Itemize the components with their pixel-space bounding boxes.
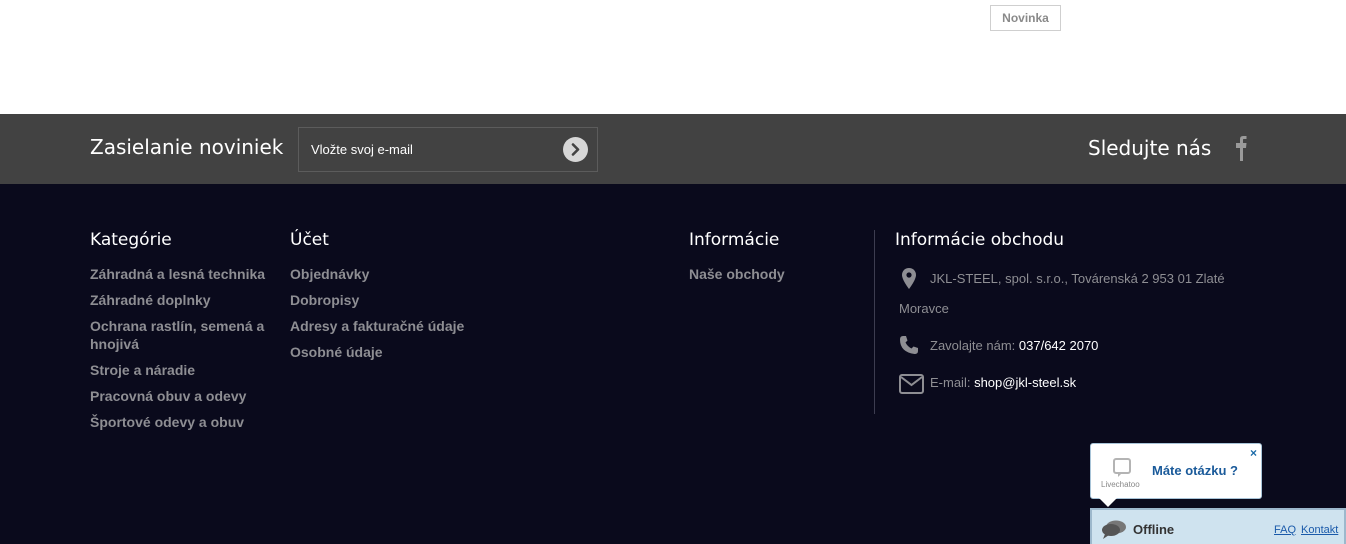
category-link[interactable]: Športové odevy a obuv xyxy=(90,413,244,431)
phone-number[interactable]: 037/642 2070 xyxy=(1019,338,1099,353)
phone-label: Zavolajte nám: xyxy=(930,338,1016,353)
chat-contact-link[interactable]: Kontakt xyxy=(1301,524,1338,536)
location-pin-icon xyxy=(902,268,916,289)
account-link[interactable]: Objednávky xyxy=(290,265,369,283)
account-link[interactable]: Dobropisy xyxy=(290,291,359,309)
follow-us-label: Sledujte nás xyxy=(1088,136,1212,160)
facebook-icon xyxy=(1236,136,1247,161)
shop-email: E-mail: shop@jkl-steel.sk xyxy=(930,368,1076,398)
facebook-link[interactable] xyxy=(1230,131,1250,165)
shop-address-line1: JKL-STEEL, spol. s.r.o., Továrenská 2 95… xyxy=(930,271,1225,286)
category-link[interactable]: Záhradná a lesná technika xyxy=(90,265,265,283)
column-divider xyxy=(874,230,875,414)
new-badge[interactable]: Novinka xyxy=(990,5,1061,31)
account-link[interactable]: Adresy a fakturačné údaje xyxy=(290,317,464,335)
shop-phone: Zavolajte nám: 037/642 2070 xyxy=(930,331,1098,361)
envelope-icon xyxy=(899,374,924,394)
category-link[interactable]: Ochrana rastlín, semená a hnojivá xyxy=(90,317,270,353)
category-link[interactable]: Stroje a náradie xyxy=(90,361,195,379)
chat-question[interactable]: Máte otázku ? xyxy=(1152,463,1238,478)
chat-status-bar[interactable]: Offline FAQ Kontakt xyxy=(1090,508,1346,544)
email-address[interactable]: shop@jkl-steel.sk xyxy=(974,375,1076,390)
content-area: Novinka xyxy=(0,0,1346,114)
newsletter-email-input[interactable] xyxy=(299,128,549,171)
account-title: Účet xyxy=(290,230,329,250)
newsletter-bar: Zasielanie noviniek Sledujte nás xyxy=(0,114,1346,184)
chat-status: Offline xyxy=(1133,522,1175,537)
chat-brand: Livechatoo xyxy=(1101,480,1140,489)
newsletter-submit-button[interactable] xyxy=(563,137,588,162)
category-link[interactable]: Pracovná obuv a odevy xyxy=(90,387,246,405)
phone-icon xyxy=(900,336,918,354)
arrow-right-icon xyxy=(571,143,580,156)
newsletter-title: Zasielanie noviniek xyxy=(90,135,284,159)
info-title: Informácie xyxy=(689,230,780,250)
chat-faq-link[interactable]: FAQ xyxy=(1274,524,1296,536)
info-link-stores[interactable]: Naše obchody xyxy=(689,265,785,283)
livechatoo-logo-icon xyxy=(1113,458,1131,477)
chat-bubbles-icon xyxy=(1102,520,1126,539)
categories-title: Kategórie xyxy=(90,230,172,250)
category-link[interactable]: Záhradné doplnky xyxy=(90,291,211,309)
shop-address-line2: Moravce xyxy=(899,301,949,316)
account-link[interactable]: Osobné údaje xyxy=(290,343,383,361)
newsletter-form xyxy=(298,127,598,172)
chat-close-button[interactable]: × xyxy=(1250,446,1257,460)
email-label: E-mail: xyxy=(930,375,971,390)
shop-info-title: Informácie obchodu xyxy=(895,230,1065,250)
chat-prompt-bubble[interactable]: × Livechatoo Máte otázku ? xyxy=(1090,443,1262,507)
